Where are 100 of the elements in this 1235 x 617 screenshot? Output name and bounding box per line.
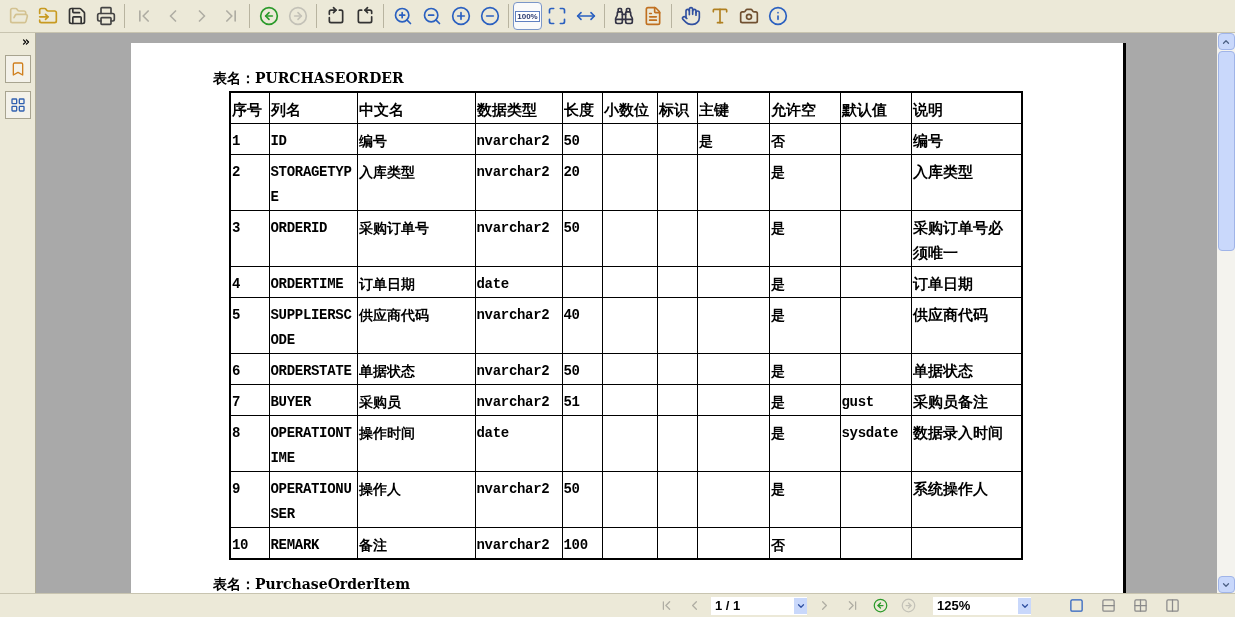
table-cell: 订单日期 — [357, 266, 475, 298]
table-cell: 采购订单号 — [357, 210, 475, 267]
table-cell: ORDERSTATE — [269, 353, 357, 385]
bookmarks-tab[interactable] — [4, 55, 31, 83]
table-cell: ID — [269, 123, 357, 155]
column-header: 允许空 — [769, 92, 840, 124]
table-cell: 操作时间 — [357, 415, 475, 472]
table-cell: 5 — [230, 297, 269, 354]
table-cell: nvarchar2 — [475, 353, 562, 385]
single-page-icon — [1068, 598, 1084, 613]
zoom-in-icon — [392, 6, 413, 26]
table-cell: 6 — [230, 353, 269, 385]
table-cell: 否 — [769, 527, 840, 559]
vertical-scrollbar[interactable] — [1217, 33, 1235, 593]
table-cell: 2 — [230, 154, 269, 211]
column-header: 数据类型 — [475, 92, 562, 124]
dropdown-button[interactable] — [794, 597, 807, 614]
table-cell: 3 — [230, 210, 269, 267]
table-cell: sysdate — [840, 415, 911, 472]
table-cell: nvarchar2 — [475, 471, 562, 528]
table-cell: nvarchar2 — [475, 527, 562, 559]
table-cell: 备注 — [357, 527, 475, 559]
table-cell: 40 — [562, 297, 602, 354]
page-number: 1 / 1 — [715, 596, 741, 615]
column-header: 小数位 — [602, 92, 657, 124]
table-cell: 51 — [562, 384, 602, 416]
dropdown-button[interactable] — [1018, 597, 1031, 614]
table-cell: 100 — [562, 527, 602, 559]
table-cell: 入库类型 — [357, 154, 475, 211]
zoom-field[interactable]: 125% — [933, 596, 1031, 615]
table-cell: OPERATIONTIME — [269, 415, 357, 472]
double-chevron-icon — [21, 37, 31, 47]
column-header: 中文名 — [357, 92, 475, 124]
column-header: 长度 — [562, 92, 602, 124]
table-cell: 50 — [562, 471, 602, 528]
table-cell: 是 — [769, 353, 840, 385]
fit-page-icon — [546, 6, 567, 26]
table-cell: 4 — [230, 266, 269, 298]
table-cell: 单据状态 — [357, 353, 475, 385]
column-header: 默认值 — [840, 92, 911, 124]
camera-icon — [738, 6, 759, 26]
table-cell: 50 — [562, 210, 602, 267]
table-cell: nvarchar2 — [475, 210, 562, 267]
table-cell: 7 — [230, 384, 269, 416]
table-cell: BUYER — [269, 384, 357, 416]
thumbnails-tab[interactable] — [4, 91, 31, 119]
printer-icon — [95, 6, 116, 26]
table-cell: nvarchar2 — [475, 123, 562, 155]
zoom-out-icon — [421, 6, 442, 26]
table-cell: nvarchar2 — [475, 384, 562, 416]
grid-icon — [9, 97, 26, 113]
table-cell: SUPPLIERSCODE — [269, 297, 357, 354]
table-cell: 8 — [230, 415, 269, 472]
table-cell: OPERATIONUSER — [269, 471, 357, 528]
grid-icon — [1132, 598, 1148, 613]
table-cell: 1 — [230, 123, 269, 155]
binoculars-icon — [613, 6, 634, 26]
zoom-value: 125% — [937, 596, 971, 615]
table-cell: date — [475, 415, 562, 472]
table-cell: 是 — [769, 266, 840, 298]
table-title: 表名：PURCHASEORDER — [213, 69, 404, 88]
table-cell: 20 — [562, 154, 602, 211]
forward-icon — [287, 6, 308, 26]
folder-arrow-icon — [37, 6, 58, 26]
forward-icon — [900, 598, 916, 613]
table-cell: 是 — [769, 210, 840, 267]
table-cell: REMARK — [269, 527, 357, 559]
table-cell: 操作人 — [357, 471, 475, 528]
save-icon — [66, 6, 87, 26]
table-cell: 否 — [769, 123, 840, 155]
scroll-up-button[interactable] — [1217, 33, 1235, 50]
table-cell: 9 — [230, 471, 269, 528]
table-cell: 供应商代码 — [357, 297, 475, 354]
table-cell: 编号 — [357, 123, 475, 155]
column-header: 主键 — [697, 92, 769, 124]
scroll-down-button[interactable] — [1217, 576, 1235, 593]
table-cell: 10 — [230, 527, 269, 559]
facing-pages-icon — [1164, 598, 1180, 613]
minus-icon — [479, 6, 500, 26]
table-cell: 50 — [562, 353, 602, 385]
table-title: 表名：PurchaseOrderItem — [213, 575, 411, 593]
table-cell: 是 — [697, 123, 769, 155]
table-cell: 是 — [769, 384, 840, 416]
page-number-field[interactable]: 1 / 1 — [711, 596, 807, 615]
table-cell: ORDERTIME — [269, 266, 357, 298]
expand-panel-button[interactable] — [21, 37, 31, 47]
table-cell: 采购员 — [357, 384, 475, 416]
table-cell: date — [475, 266, 562, 298]
hand-icon — [680, 6, 701, 26]
continuous-icon — [1100, 598, 1116, 613]
table-cell: 是 — [769, 471, 840, 528]
scroll-thumb[interactable] — [1217, 51, 1235, 251]
table-cell: 50 — [562, 123, 602, 155]
plus-icon — [450, 6, 471, 26]
table-cell: 是 — [769, 297, 840, 354]
table-cell: gust — [840, 384, 911, 416]
table-cell: 是 — [769, 415, 840, 472]
back-icon — [258, 6, 279, 26]
actual-size-button[interactable]: 100% — [513, 2, 542, 30]
table-cell: nvarchar2 — [475, 154, 562, 211]
